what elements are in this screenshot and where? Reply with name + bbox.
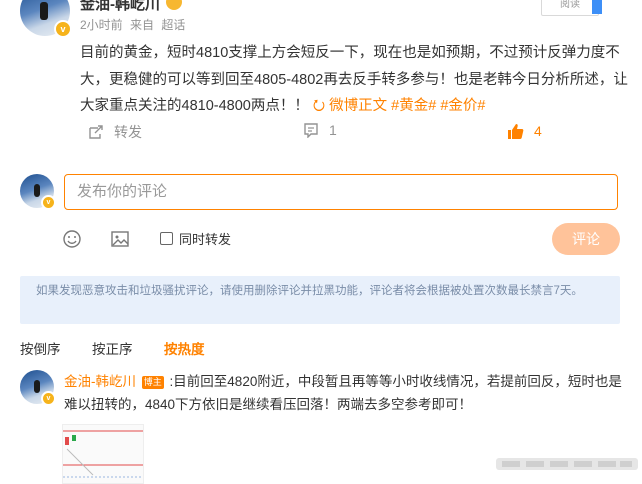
- post-body: 目前的黄金，短时4810支撑上方会短反一下，现在也是如预期，不过预计反弹力度不大…: [80, 40, 628, 120]
- avatar-figure: [34, 380, 40, 393]
- current-user-avatar[interactable]: v: [20, 174, 56, 210]
- comment-button[interactable]: 1: [303, 122, 337, 141]
- comment-image-thumbnail[interactable]: [62, 424, 144, 484]
- emoji-icon[interactable]: [62, 229, 82, 254]
- author-avatar[interactable]: v: [20, 0, 72, 38]
- read-tag-corner: [592, 0, 602, 14]
- forward-icon: [88, 124, 104, 143]
- image-upload-icon[interactable]: [110, 229, 130, 254]
- post-source-label: 来自: [130, 18, 155, 32]
- like-button[interactable]: 4: [506, 122, 542, 143]
- tag-gold[interactable]: #黄金#: [391, 98, 436, 114]
- comment-item: 金油-韩屹川 博主 :目前回至4820附近，中段暂且再等等小时收线情况，若提前回…: [64, 370, 626, 416]
- forward-button[interactable]: 转发: [88, 122, 142, 143]
- weibo-link[interactable]: 微博正文: [329, 98, 387, 114]
- post-time[interactable]: 2小时前: [80, 18, 123, 32]
- submit-comment-button[interactable]: 评论: [552, 223, 620, 255]
- sort-tab-desc[interactable]: 按倒序: [20, 338, 61, 358]
- post-source[interactable]: 超话: [161, 18, 185, 32]
- blurred-caption-strip: [496, 456, 638, 472]
- checkbox-box[interactable]: [160, 232, 173, 245]
- repost-label: 同时转发: [179, 232, 232, 247]
- moderation-notice: 如果发现恶意攻击和垃圾骚扰评论，请使用删除评论并拉黑功能，评论者将会根据被处置次…: [20, 276, 620, 324]
- like-count: 4: [534, 123, 542, 140]
- author-badge: 博主: [141, 376, 164, 389]
- verified-badge-icon: v: [54, 20, 72, 38]
- verified-badge-icon: v: [41, 195, 56, 210]
- link-icon: ⭮: [312, 98, 326, 114]
- verified-badge-icon: v: [41, 391, 56, 406]
- post-author-name[interactable]: 金油-韩屹川: [80, 0, 160, 14]
- member-crown-icon: [166, 0, 182, 10]
- comment-author-name[interactable]: 金油-韩屹川: [64, 374, 136, 389]
- comment-input-placeholder: 发布你的评论: [77, 183, 168, 200]
- comment-icon: [303, 122, 319, 141]
- sort-tab-asc[interactable]: 按正序: [92, 338, 133, 358]
- comment-input[interactable]: 发布你的评论: [64, 174, 618, 210]
- read-tag-label: 阅读: [560, 0, 580, 10]
- avatar-figure: [40, 2, 48, 20]
- forward-label: 转发: [114, 124, 142, 140]
- comment-author-avatar[interactable]: v: [20, 370, 56, 406]
- comment-count: 1: [329, 122, 337, 139]
- read-tag[interactable]: 阅读: [541, 0, 602, 16]
- sort-tab-hot[interactable]: 按热度: [164, 338, 205, 358]
- tag-gold-price[interactable]: #金价#: [440, 98, 485, 114]
- post-meta: 2小时前 来自 超话: [80, 16, 189, 33]
- thumbs-up-icon: [506, 122, 524, 143]
- repost-checkbox[interactable]: 同时转发: [160, 229, 231, 248]
- avatar-figure: [34, 184, 40, 197]
